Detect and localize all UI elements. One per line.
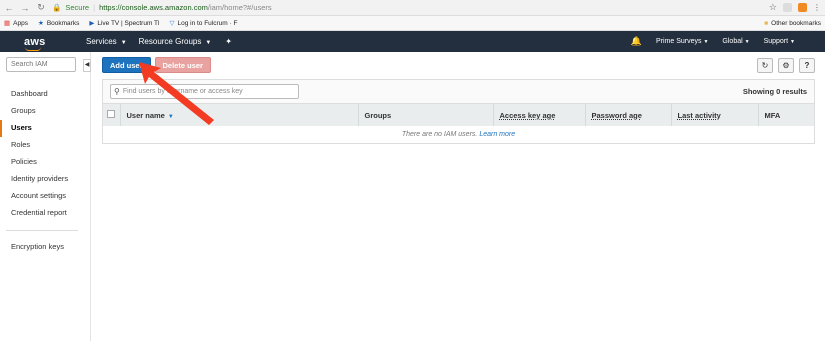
sidebar-item-policies[interactable]: Policies: [0, 154, 90, 171]
other-bookmarks[interactable]: ■ Other bookmarks: [764, 20, 821, 27]
bookmark-star-icon[interactable]: ☆: [769, 2, 777, 13]
sidebar-item-roles[interactable]: Roles: [0, 137, 90, 154]
sidebar-item-account-settings[interactable]: Account settings: [0, 188, 90, 205]
sidebar-divider: [6, 230, 78, 231]
select-all-checkbox[interactable]: [107, 110, 115, 118]
column-password-age[interactable]: Password age: [585, 104, 672, 126]
gear-icon[interactable]: ⚙: [778, 57, 794, 73]
lock-icon: 🔒: [52, 3, 62, 12]
aws-logo[interactable]: aws: [24, 36, 74, 51]
sidebar-item-groups[interactable]: Groups: [0, 103, 90, 120]
column-mfa[interactable]: MFA: [758, 104, 814, 126]
bell-icon[interactable]: 🔔: [631, 36, 642, 47]
support-menu[interactable]: Support ▼: [764, 38, 795, 45]
url-path: /iam/home?#/users: [207, 3, 272, 12]
column-groups[interactable]: Groups: [358, 104, 494, 126]
menu-icon[interactable]: ⋮: [813, 3, 821, 12]
collapse-sidebar-icon[interactable]: ◀: [83, 59, 91, 72]
sidebar-item-identity-providers[interactable]: Identity providers: [0, 171, 90, 188]
bookmark-live-tv[interactable]: ▶ Live TV | Spectrum Tl: [89, 19, 159, 28]
account-menu[interactable]: Prime Surveys ▼: [656, 38, 708, 45]
region-menu[interactable]: Global ▼: [722, 38, 749, 45]
pin-icon[interactable]: ✦: [225, 37, 232, 46]
resource-groups-menu[interactable]: Resource Groups ▼: [139, 37, 212, 46]
services-menu[interactable]: Services ▼: [86, 37, 127, 46]
extension-icon[interactable]: [783, 3, 792, 12]
bookmark-bookmarks[interactable]: ★ Bookmarks: [37, 19, 79, 28]
refresh-icon[interactable]: ↻: [757, 57, 773, 73]
annotation-arrow-icon: [139, 62, 214, 125]
star-icon: ★: [37, 20, 44, 27]
search-icon: ⚲: [114, 87, 120, 96]
secure-label: Secure: [65, 3, 90, 12]
select-all-cell: [103, 104, 121, 126]
search-iam-input[interactable]: [6, 57, 76, 72]
sidebar: ◀ Dashboard Groups Users Roles Policies …: [0, 52, 91, 341]
chevron-down-icon: ▼: [205, 40, 212, 46]
reload-icon[interactable]: ↻: [36, 2, 46, 13]
sidebar-item-credential-report[interactable]: Credential report: [0, 205, 90, 222]
sidebar-item-encryption-keys[interactable]: Encryption keys: [0, 239, 90, 256]
browser-toolbar: ← → ↻ 🔒 Secure | https://console.aws.ama…: [0, 0, 825, 16]
sidebar-item-dashboard[interactable]: Dashboard: [0, 86, 90, 103]
main-content: Add user Delete user ↻ ⚙ ? ⚲ Find users …: [91, 52, 825, 341]
chevron-down-icon: ▼: [120, 40, 127, 46]
column-last-activity[interactable]: Last activity: [671, 104, 759, 126]
play-icon: ▶: [89, 20, 95, 27]
forward-icon[interactable]: →: [20, 3, 30, 13]
learn-more-link[interactable]: Learn more: [479, 131, 515, 138]
apps-grid-icon: ▦: [4, 20, 11, 27]
aws-top-nav: aws Services ▼ Resource Groups ▼ ✦ 🔔 Prime…: [0, 31, 825, 52]
bookmark-apps[interactable]: ▦ Apps: [4, 19, 28, 28]
sidebar-item-users[interactable]: Users: [0, 120, 90, 137]
bookmark-fulcrum[interactable]: ▽ Log in to Fulcrum · F: [169, 19, 237, 28]
aws-smile-icon: [25, 47, 41, 51]
column-access-key-age[interactable]: Access key age: [493, 104, 586, 126]
back-icon[interactable]: ←: [4, 3, 14, 13]
folder-icon: ■: [764, 19, 769, 27]
bookmarks-bar: ▦ Apps ★ Bookmarks ▶ Live TV | Spectrum …: [0, 16, 825, 31]
results-count: Showing 0 results: [742, 87, 807, 96]
address-bar[interactable]: 🔒 Secure | https://console.aws.amazon.co…: [52, 3, 763, 12]
url-host: https://console.aws.amazon.com: [99, 3, 208, 12]
help-icon[interactable]: ?: [799, 57, 815, 73]
extension-icon[interactable]: [798, 3, 807, 12]
fulcrum-icon: ▽: [169, 20, 175, 27]
